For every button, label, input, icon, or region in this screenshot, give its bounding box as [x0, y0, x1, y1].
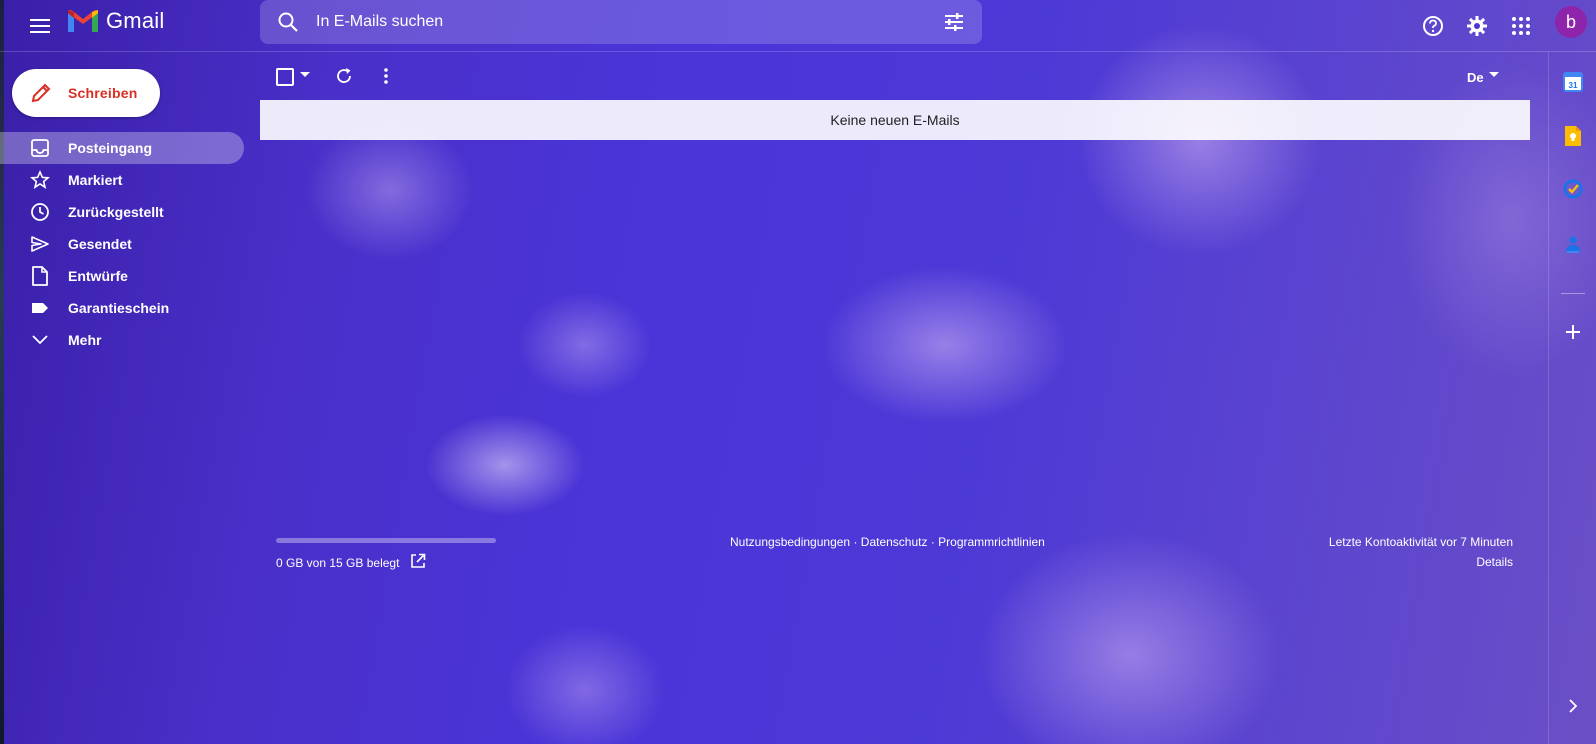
sidebar-item-label: Garantieschein — [68, 300, 170, 316]
top-header: Gmail In E-Mails suchen b — [0, 0, 1596, 52]
select-dropdown-icon[interactable] — [300, 72, 310, 78]
sidebar-item-inbox[interactable]: Posteingang — [0, 132, 244, 164]
menu-icon — [30, 19, 50, 33]
calendar-day: 31 — [1569, 81, 1578, 90]
tasks-icon — [1563, 179, 1583, 199]
gear-icon — [1467, 16, 1487, 36]
select-all-checkbox[interactable] — [276, 68, 294, 86]
input-language-button[interactable]: De — [1467, 70, 1484, 85]
side-panel: 31 — [1548, 52, 1596, 744]
open-in-new-icon[interactable] — [410, 553, 426, 569]
search-input[interactable] — [316, 0, 916, 44]
footer-links: Nutzungsbedingungen · Datenschutz · Prog… — [730, 535, 1045, 549]
gmail-logo-icon — [68, 10, 98, 32]
empty-inbox-banner: Keine neuen E-Mails — [260, 100, 1530, 140]
sidebar-item-drafts[interactable]: Entwürfe — [0, 260, 244, 292]
caret-down-icon[interactable] — [1489, 72, 1499, 78]
contacts-icon — [1566, 236, 1580, 253]
footer-separator: · — [927, 535, 939, 549]
help-icon — [1423, 16, 1443, 36]
search-icon[interactable] — [276, 10, 300, 34]
star-icon — [30, 170, 50, 190]
keep-icon — [1565, 126, 1581, 146]
sidebar-item-garantieschein[interactable]: Garantieschein — [0, 292, 244, 324]
compose-button[interactable]: Schreiben — [12, 69, 160, 117]
avatar[interactable]: b — [1555, 6, 1587, 38]
chevron-down-icon — [30, 330, 50, 350]
sidebar-item-label: Posteingang — [68, 140, 153, 156]
storage-meter — [276, 538, 496, 543]
window-left-edge — [0, 0, 4, 744]
label-icon — [30, 298, 50, 318]
add-icon — [1566, 325, 1580, 339]
side-panel-divider — [1561, 293, 1585, 294]
sidebar-item-label: Entwürfe — [68, 268, 128, 284]
add-addon-button[interactable] — [1561, 320, 1585, 344]
draft-icon — [30, 266, 50, 286]
sidebar-item-label: Mehr — [68, 332, 102, 348]
terms-link[interactable]: Nutzungsbedingungen — [730, 535, 850, 549]
footer-separator: · — [850, 535, 861, 549]
privacy-link[interactable]: Datenschutz — [861, 535, 928, 549]
gmail-logo[interactable]: Gmail — [68, 8, 164, 34]
send-icon — [30, 234, 50, 254]
sidebar-item-label: Markiert — [68, 172, 123, 188]
last-activity-text: Letzte Kontoaktivität vor 7 Minuten — [1328, 535, 1513, 549]
refresh-icon[interactable] — [334, 66, 354, 86]
storage-usage-text: 0 GB von 15 GB belegt — [276, 556, 400, 570]
apps-grid-icon — [1512, 17, 1530, 35]
sidebar-item-starred[interactable]: Markiert — [0, 164, 244, 196]
filter-options-icon[interactable] — [942, 10, 966, 34]
sidebar-item-sent[interactable]: Gesendet — [0, 228, 244, 260]
program-policies-link[interactable]: Programmrichtlinien — [938, 535, 1045, 549]
main-menu-button[interactable] — [24, 10, 56, 42]
empty-inbox-message: Keine neuen E-Mails — [830, 112, 960, 128]
pencil-icon — [30, 81, 54, 105]
details-link[interactable]: Details — [1476, 555, 1513, 569]
avatar-letter: b — [1565, 11, 1576, 32]
sidebar-nav: Posteingang Markiert Zurückgestellt Gese… — [0, 132, 244, 356]
more-vertical-icon[interactable] — [376, 66, 396, 86]
keep-button[interactable] — [1561, 124, 1585, 148]
app-name: Gmail — [106, 8, 165, 33]
tasks-button[interactable] — [1561, 177, 1585, 201]
inbox-icon — [30, 138, 50, 158]
expand-side-panel-button[interactable] — [1561, 694, 1585, 718]
settings-button[interactable] — [1460, 9, 1494, 43]
sidebar-item-label: Zurückgestellt — [68, 204, 164, 220]
contacts-button[interactable] — [1561, 232, 1585, 256]
help-button[interactable] — [1416, 9, 1450, 43]
search-bar — [260, 0, 982, 44]
sidebar-item-label: Gesendet — [68, 236, 132, 252]
calendar-icon: 31 — [1563, 72, 1583, 92]
sidebar-item-snoozed[interactable]: Zurückgestellt — [0, 196, 244, 228]
sidebar-item-more[interactable]: Mehr — [0, 324, 244, 356]
compose-label: Schreiben — [68, 85, 138, 101]
chevron-right-icon — [1569, 699, 1578, 713]
calendar-button[interactable]: 31 — [1561, 70, 1585, 94]
clock-icon — [30, 202, 50, 222]
apps-button[interactable] — [1504, 9, 1538, 43]
